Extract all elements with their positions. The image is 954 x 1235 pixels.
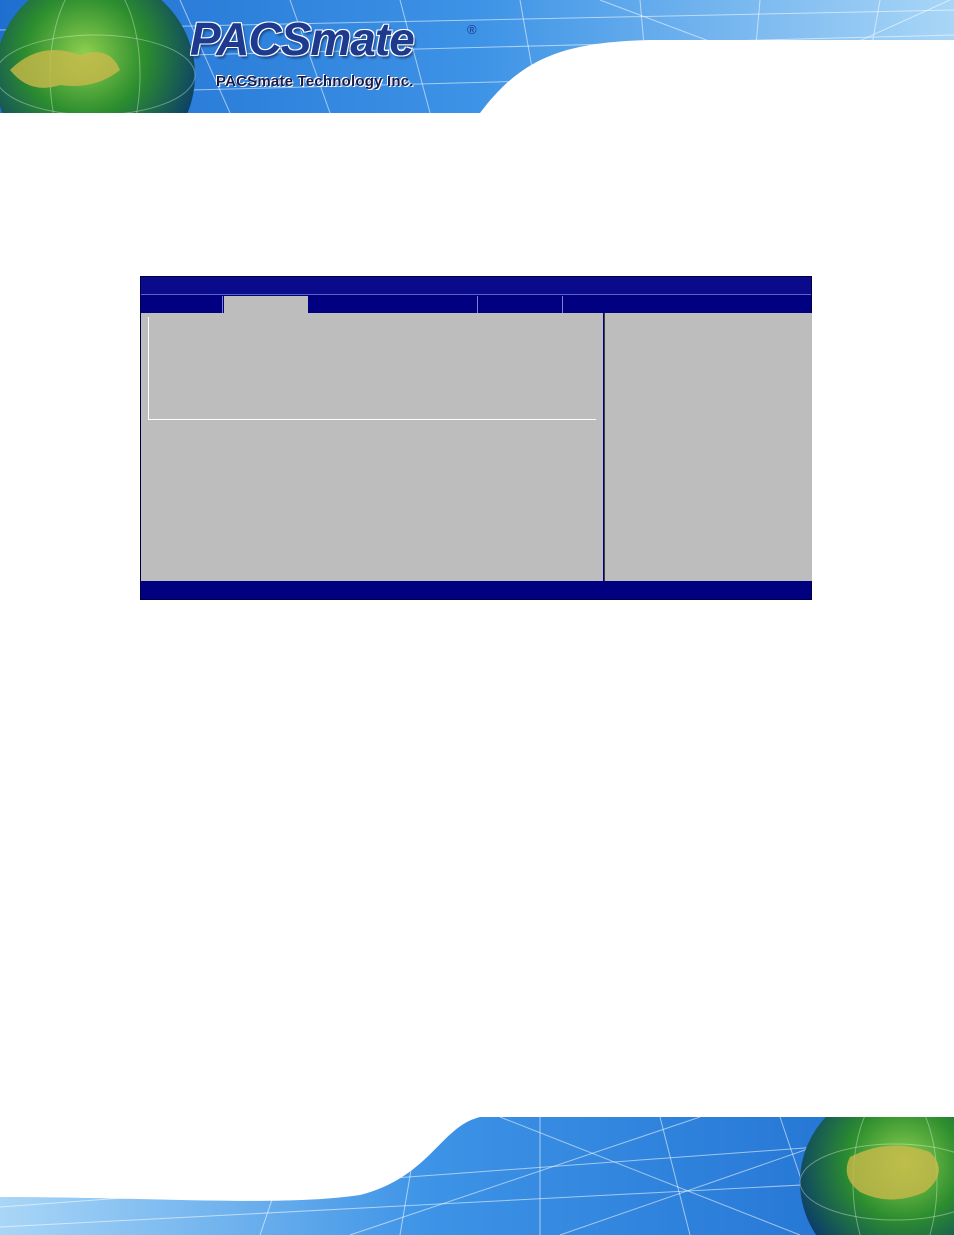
bios-status-bar: [141, 581, 811, 599]
company-name: PACSmate Technology Inc.: [216, 73, 414, 90]
bios-info-group-box: [148, 317, 596, 420]
page-footer-banner: [0, 1117, 954, 1235]
bios-menu-tab-2-active[interactable]: [224, 296, 308, 313]
footer-graphic: [0, 1117, 954, 1235]
bios-help-panel: [604, 313, 812, 581]
registered-trademark-mark: ®: [467, 22, 477, 37]
page-header-banner: PACSmate ® PACSmate Technology Inc.: [0, 0, 954, 113]
bios-menu-tab-5[interactable]: [563, 296, 811, 313]
bios-title-bar: [141, 277, 811, 294]
header-graphic: [0, 0, 954, 113]
brand-logo-text: PACSmate: [190, 13, 415, 65]
bios-menu-tab-1[interactable]: [141, 296, 223, 313]
bios-setup-screenshot: [140, 276, 812, 600]
bios-main-panel: [141, 313, 603, 581]
bios-menu-bar: [141, 294, 811, 314]
bios-menu-tab-4[interactable]: [478, 296, 563, 313]
bios-menu-tab-3[interactable]: [308, 296, 478, 313]
